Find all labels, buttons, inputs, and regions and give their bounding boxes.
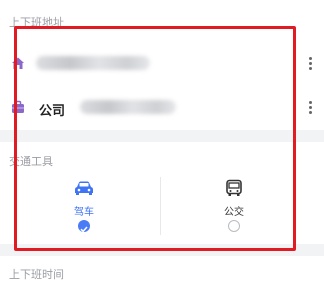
commute-time-section-title: 上下班时间: [9, 268, 64, 281]
bus-icon: [226, 179, 242, 196]
car-label: 驾车: [74, 207, 94, 218]
car-icon: [75, 181, 93, 195]
transport-section-title: 交通工具: [9, 155, 53, 168]
company-address-blurred: [80, 100, 176, 114]
bus-unselected-radio-icon[interactable]: [228, 220, 240, 232]
home-icon: [12, 57, 24, 69]
address-section-title: 上下班地址: [9, 16, 64, 29]
company-more-icon[interactable]: [306, 99, 314, 116]
transport-divider: [160, 177, 161, 235]
bus-label: 公交: [224, 207, 244, 218]
home-address-blurred: [36, 56, 150, 70]
briefcase-icon: [12, 100, 24, 113]
home-more-icon[interactable]: [306, 55, 314, 72]
car-selected-check-icon[interactable]: [78, 220, 90, 233]
company-label: 公司: [39, 104, 66, 119]
